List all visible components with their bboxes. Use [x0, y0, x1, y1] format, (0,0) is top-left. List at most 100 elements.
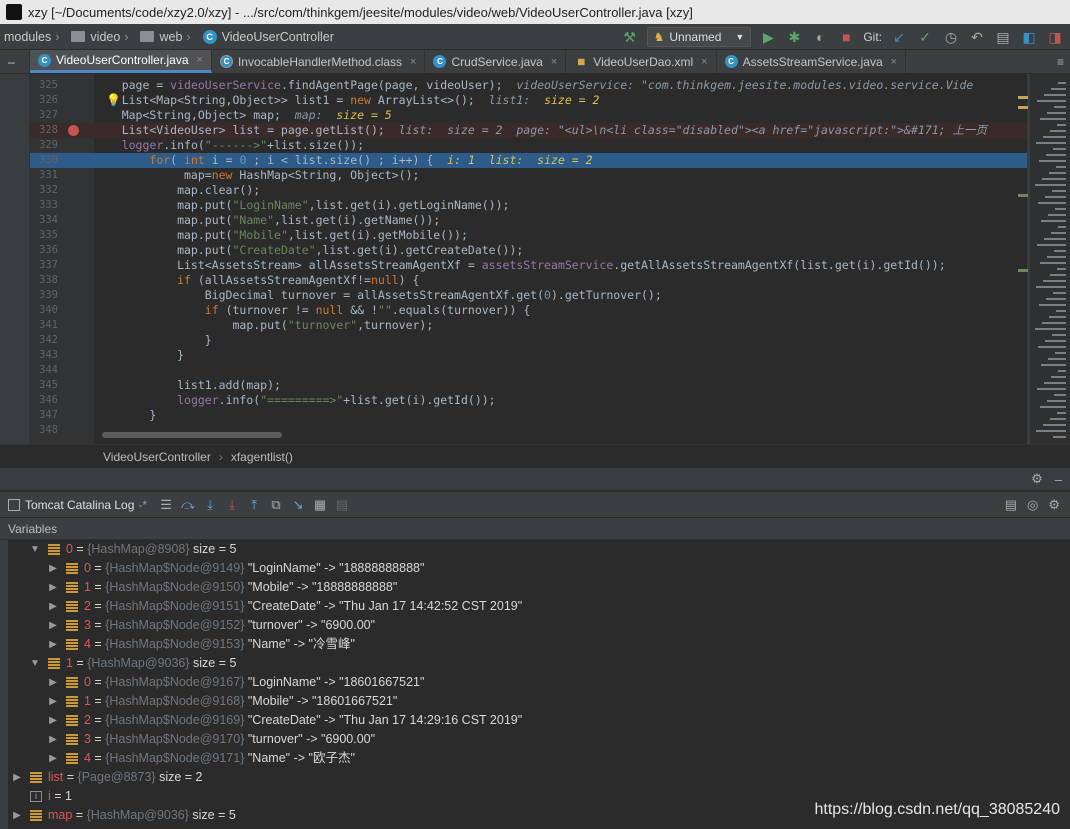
- step-into-icon[interactable]: ⤓: [199, 497, 221, 513]
- expand-triangle-icon[interactable]: ▶: [48, 692, 58, 711]
- breadcrumb-method[interactable]: xfagentlist(): [231, 450, 293, 464]
- code-line[interactable]: 345 list1.add(map);: [30, 378, 1030, 393]
- expand-triangle-icon[interactable]: ▶: [48, 597, 58, 616]
- close-icon[interactable]: ×: [701, 56, 707, 68]
- code-line[interactable]: 335 map.put("Mobile",list.get(i).getMobi…: [30, 228, 1030, 243]
- debug-bug-icon[interactable]: ✱: [785, 28, 803, 46]
- git-revert-icon[interactable]: ↶: [968, 28, 986, 46]
- expand-triangle-icon[interactable]: ▶: [12, 806, 22, 825]
- variable-row[interactable]: ▶ 4 = {HashMap$Node@9153} "Name" -> "冷雪峰": [0, 635, 1070, 654]
- breadcrumb-class[interactable]: VideoUserController: [103, 450, 211, 464]
- expand-triangle-icon[interactable]: ▶: [48, 749, 58, 768]
- nav-crumb-video[interactable]: video ›: [67, 30, 136, 44]
- tab-invocablehandlermethod[interactable]: C InvocableHandlerMethod.class ×: [212, 50, 426, 73]
- run-icon[interactable]: ▶: [759, 28, 777, 46]
- variable-row[interactable]: ▶ 3 = {HashMap$Node@9152} "turnover" -> "…: [0, 616, 1070, 635]
- expand-triangle-icon[interactable]: ▶: [48, 616, 58, 635]
- code-line[interactable]: 340 if (turnover != null && !"".equals(t…: [30, 303, 1030, 318]
- variable-row[interactable]: ▶ 4 = {HashMap$Node@9171} "Name" -> "欧子杰": [0, 749, 1070, 768]
- code-line[interactable]: 339 BigDecimal turnover = allAssetsStrea…: [30, 288, 1030, 303]
- nav-crumb-modules[interactable]: modules ›: [0, 30, 67, 44]
- variable-row[interactable]: ▶ 2 = {HashMap$Node@9151} "CreateDate" ->…: [0, 597, 1070, 616]
- code-line[interactable]: 346 logger.info("=========>"+list.get(i)…: [30, 393, 1030, 408]
- variable-row[interactable]: ▶ 0 = {HashMap$Node@9149} "LoginName" -> …: [0, 559, 1070, 578]
- trace-icon[interactable]: ▤: [331, 497, 353, 513]
- stripe-mark[interactable]: [1018, 194, 1028, 197]
- run-to-cursor-icon[interactable]: ↘: [287, 497, 309, 513]
- stripe-mark[interactable]: [1018, 269, 1028, 272]
- code-line[interactable]: 328 List<VideoUser> list = page.getList(…: [30, 123, 1030, 138]
- evaluate-expression-icon[interactable]: ▦: [309, 497, 331, 513]
- code-line[interactable]: 342 }: [30, 333, 1030, 348]
- tab-tomcat-catalina-log[interactable]: Tomcat Catalina Log -*: [0, 498, 155, 512]
- step-over-icon[interactable]: ⤼: [177, 497, 199, 513]
- git-history-icon[interactable]: ◷: [942, 28, 960, 46]
- close-icon[interactable]: ×: [891, 56, 897, 68]
- expand-triangle-icon[interactable]: ▶: [48, 635, 58, 654]
- git-update-icon[interactable]: ↙: [890, 28, 908, 46]
- expand-triangle-icon[interactable]: ▶: [12, 768, 22, 787]
- close-icon[interactable]: ×: [197, 54, 203, 66]
- code-line[interactable]: 338 if (allAssetsStreamAgentXf!=null) {: [30, 273, 1030, 288]
- variable-row[interactable]: ▶ 2 = {HashMap$Node@9169} "CreateDate" ->…: [0, 711, 1070, 730]
- tabs-collapse-icon[interactable]: –: [0, 50, 30, 73]
- translate-icon[interactable]: ◧: [1020, 28, 1038, 46]
- variable-row[interactable]: ▶ 1 = {HashMap$Node@9168} "Mobile" -> "18…: [0, 692, 1070, 711]
- stripe-mark[interactable]: [1018, 106, 1028, 109]
- breakpoint-icon[interactable]: [68, 125, 79, 136]
- code-line[interactable]: 327 Map<String,Object> map; map: size = …: [30, 108, 1030, 123]
- code-line[interactable]: 347 }: [30, 408, 1030, 423]
- collapse-triangle-icon[interactable]: ▼: [30, 540, 40, 559]
- drop-frame-icon[interactable]: ⧉: [265, 497, 287, 513]
- code-line[interactable]: 331 map=new HashMap<String, Object>();: [30, 168, 1030, 183]
- close-icon[interactable]: ×: [410, 56, 416, 68]
- code-line[interactable]: 334 map.put("Name",list.get(i).getName()…: [30, 213, 1030, 228]
- build-hammer-icon[interactable]: ⚒: [621, 28, 639, 46]
- tabs-overflow-icon[interactable]: ≡: [1051, 50, 1070, 73]
- expand-triangle-icon[interactable]: ▶: [48, 673, 58, 692]
- code-line[interactable]: 344: [30, 363, 1030, 378]
- horizontal-scrollbar[interactable]: [102, 432, 282, 438]
- coverage-icon[interactable]: ◐: [811, 28, 829, 46]
- tab-assetsstreamservice[interactable]: C AssetsStreamService.java ×: [717, 50, 907, 73]
- menu-icon[interactable]: ☰: [155, 497, 177, 513]
- stripe-mark[interactable]: [1018, 96, 1028, 99]
- expand-triangle-icon[interactable]: ▶: [48, 559, 58, 578]
- nav-crumb-web[interactable]: web ›: [136, 30, 198, 44]
- expand-triangle-icon[interactable]: ▶: [48, 578, 58, 597]
- restore-layout-icon[interactable]: ▤: [1005, 497, 1017, 513]
- nav-crumb-class[interactable]: C VideoUserController: [199, 29, 338, 44]
- code-line[interactable]: 332 map.clear();: [30, 183, 1030, 198]
- run-configuration-select[interactable]: ♞ Unnamed ▼: [646, 27, 752, 47]
- code-line[interactable]: 336 map.put("CreateDate",list.get(i).get…: [30, 243, 1030, 258]
- variable-row[interactable]: ▶ 0 = {HashMap$Node@9167} "LoginName" -> …: [0, 673, 1070, 692]
- step-out-icon[interactable]: ⤒: [243, 497, 265, 513]
- code-line[interactable]: 329 logger.info("------>"+list.size());: [30, 138, 1030, 153]
- google-translate-icon[interactable]: ◨: [1046, 28, 1064, 46]
- stop-icon[interactable]: ■: [837, 28, 855, 46]
- code-line[interactable]: 330 for( int i = 0 ; i < list.size() ; i…: [30, 153, 1030, 168]
- code-line[interactable]: 343 }: [30, 348, 1030, 363]
- code-line[interactable]: 341 map.put("turnover",turnover);: [30, 318, 1030, 333]
- tab-crudservice[interactable]: C CrudService.java ×: [425, 50, 567, 73]
- expand-triangle-icon[interactable]: ▶: [48, 730, 58, 749]
- git-commit-icon[interactable]: ✓: [916, 28, 934, 46]
- variable-row[interactable]: ▼ 0 = {HashMap@8908} size = 5: [0, 540, 1070, 559]
- close-icon[interactable]: ×: [551, 56, 557, 68]
- code-line[interactable]: 337 List<AssetsStream> allAssetsStreamAg…: [30, 258, 1030, 273]
- variable-row[interactable]: ▶ list = {Page@8873} size = 2: [0, 768, 1070, 787]
- code-line[interactable]: 325 page = videoUserService.findAgentPag…: [30, 78, 1030, 93]
- expand-triangle-icon[interactable]: ▶: [48, 711, 58, 730]
- hide-panel-icon[interactable]: –: [1055, 472, 1062, 487]
- project-structure-icon[interactable]: ▤: [994, 28, 1012, 46]
- tab-videouserdao-xml[interactable]: ▦ VideoUserDao.xml ×: [566, 50, 717, 73]
- settings-icon[interactable]: ⚙: [1048, 497, 1060, 513]
- collapse-triangle-icon[interactable]: ▼: [30, 654, 40, 673]
- code-minimap[interactable]: [1030, 74, 1070, 444]
- code-editor[interactable]: 325 page = videoUserService.findAgentPag…: [0, 74, 1070, 444]
- tab-videousercontroller[interactable]: C VideoUserController.java ×: [30, 50, 212, 73]
- code-line[interactable]: 326 💡 List<Map<String,Object>> list1 = ne…: [30, 93, 1030, 108]
- force-step-into-icon[interactable]: ⤓: [221, 497, 243, 513]
- variable-row[interactable]: ▼ 1 = {HashMap@9036} size = 5: [0, 654, 1070, 673]
- code-line[interactable]: 333 map.put("LoginName",list.get(i).getL…: [30, 198, 1030, 213]
